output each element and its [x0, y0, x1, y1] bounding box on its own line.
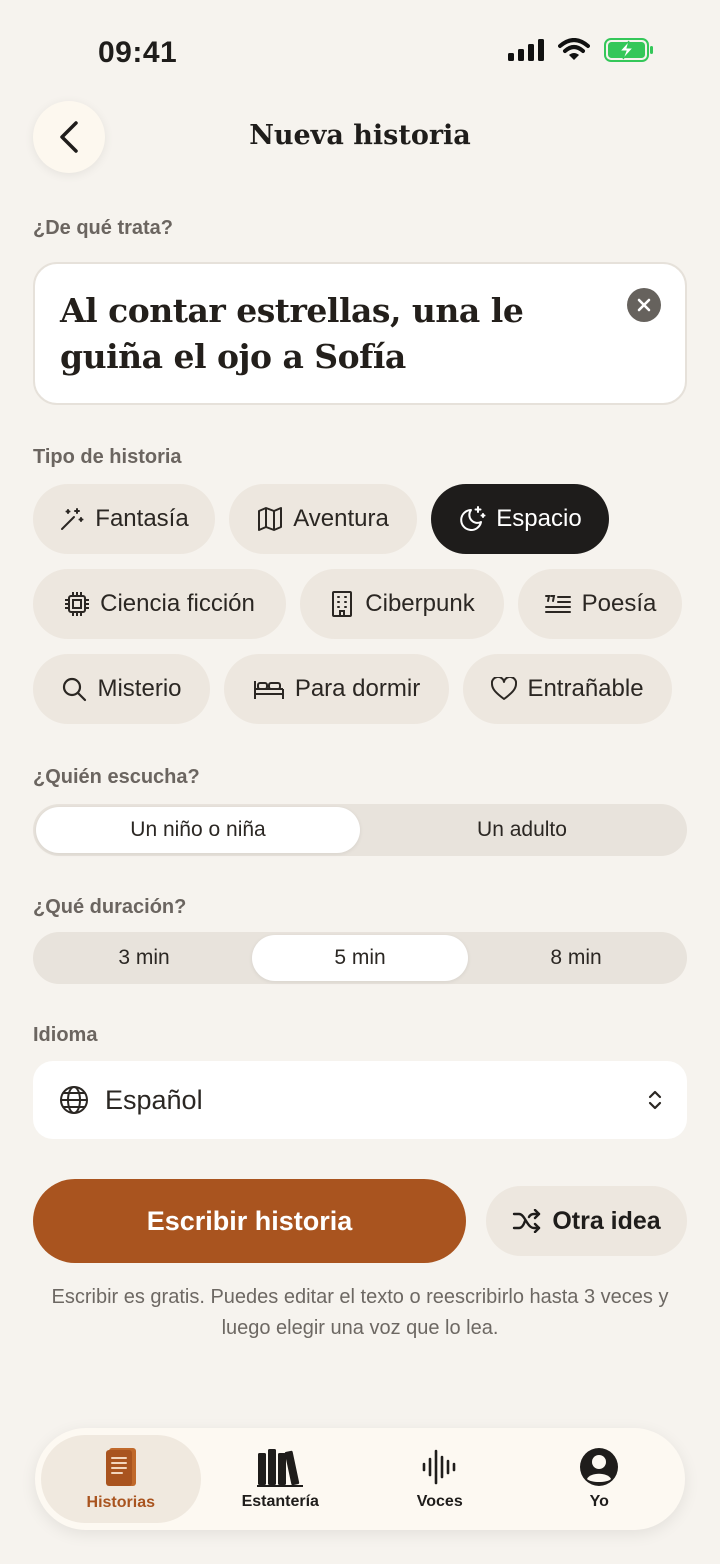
another-idea-button[interactable]: Otra idea: [486, 1186, 687, 1256]
map-icon: [258, 507, 283, 531]
chip-entranable[interactable]: Entrañable: [463, 654, 672, 724]
clear-button[interactable]: [627, 288, 661, 322]
listener-option-adult[interactable]: Un adulto: [360, 807, 684, 853]
tab-label: Voces: [416, 1493, 463, 1510]
bed-icon: [253, 681, 284, 699]
chip-label: Entrañable: [527, 675, 644, 702]
tab-estanteria[interactable]: Estantería: [201, 1435, 361, 1523]
chip-label: Aventura: [293, 505, 389, 532]
magic-wand-icon: [61, 508, 84, 530]
chip-aventura[interactable]: Aventura: [229, 484, 417, 554]
waveform-icon: [422, 1449, 456, 1485]
book-icon: [105, 1448, 136, 1486]
tab-label: Estantería: [241, 1493, 319, 1510]
tab-bar: Historias Estantería Voces Yo: [35, 1428, 685, 1530]
signal-icon: [508, 39, 544, 61]
chip-poesia[interactable]: Poesía: [518, 569, 682, 639]
building-icon: [332, 591, 353, 617]
chip-icon: [65, 592, 90, 616]
duration-option-5[interactable]: 5 min: [252, 935, 468, 981]
chip-fantasia[interactable]: Fantasía: [33, 484, 215, 554]
helper-text: Escribir es gratis. Puedes editar el tex…: [51, 1286, 669, 1339]
tab-voces[interactable]: Voces: [360, 1435, 520, 1523]
language-label: Idioma: [33, 1024, 98, 1046]
chip-label: Misterio: [97, 675, 182, 702]
moon-stars-icon: [460, 506, 486, 531]
chip-label: Fantasía: [95, 505, 189, 532]
heart-icon: [491, 677, 518, 700]
bookshelf-icon: [257, 1449, 304, 1487]
duration-segmented-control: 3 min 5 min 8 min: [33, 932, 687, 984]
duration-option-8[interactable]: 8 min: [468, 935, 684, 981]
tab-historias[interactable]: Historias: [41, 1435, 201, 1523]
chip-misterio[interactable]: Misterio: [33, 654, 210, 724]
language-value: Español: [105, 1084, 203, 1115]
write-story-button[interactable]: Escribir historia: [33, 1179, 466, 1263]
close-icon: [637, 298, 651, 312]
prompt-text[interactable]: Al contar estrellas, una le guiña el ojo…: [60, 288, 620, 380]
chip-label: Poesía: [581, 590, 657, 617]
profile-icon: [580, 1448, 619, 1486]
duration-label: ¿Qué duración?: [33, 896, 187, 918]
prompt-label: ¿De qué trata?: [33, 217, 174, 239]
chip-label: Ciberpunk: [365, 590, 475, 617]
status-time: 09:41: [98, 36, 178, 69]
listener-option-child[interactable]: Un niño o niña: [36, 807, 360, 853]
chip-ciencia-ficcion[interactable]: Ciencia ficción: [33, 569, 286, 639]
chevron-up-down-icon: [648, 1090, 662, 1110]
quote-lines-icon: [544, 595, 571, 613]
duration-option-3[interactable]: 3 min: [36, 935, 252, 981]
tab-label: Historias: [86, 1494, 155, 1511]
tab-label: Yo: [589, 1493, 609, 1510]
status-icons: [508, 38, 654, 62]
chip-label: Ciencia ficción: [100, 590, 255, 617]
page-title: Nueva historia: [249, 120, 471, 151]
wifi-icon: [558, 38, 590, 60]
listener-label: ¿Quién escucha?: [33, 766, 200, 788]
language-select[interactable]: Español: [33, 1061, 687, 1139]
globe-icon: [60, 1086, 88, 1114]
chip-para-dormir[interactable]: Para dormir: [224, 654, 449, 724]
tab-yo[interactable]: Yo: [520, 1435, 680, 1523]
chip-espacio[interactable]: Espacio: [431, 484, 609, 554]
another-idea-label: Otra idea: [552, 1206, 661, 1235]
listener-segmented-control: Un niño o niña Un adulto: [33, 804, 687, 856]
battery-charging-icon: [604, 38, 653, 62]
chip-ciberpunk[interactable]: Ciberpunk: [300, 569, 504, 639]
chip-label: Para dormir: [294, 675, 421, 702]
prompt-input[interactable]: Al contar estrellas, una le guiña el ojo…: [33, 262, 687, 405]
search-icon: [63, 677, 87, 702]
story-type-label: Tipo de historia: [33, 446, 182, 468]
shuffle-icon: [513, 1209, 541, 1233]
chip-label: Espacio: [496, 505, 582, 532]
